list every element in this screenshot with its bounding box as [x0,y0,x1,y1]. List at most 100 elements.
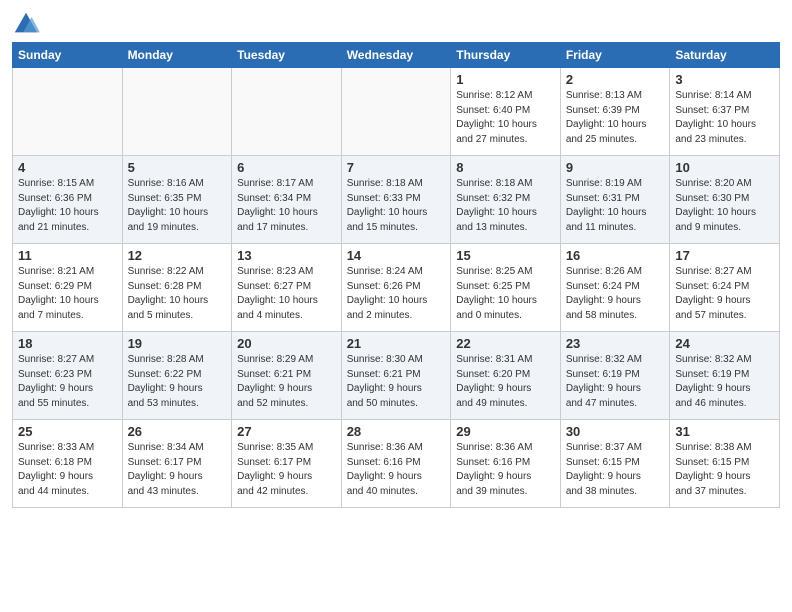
day-number: 21 [347,336,446,351]
day-cell [341,68,451,156]
day-cell: 7 Sunrise: 8:18 AM Sunset: 6:33 PM Daylig… [341,156,451,244]
week-row-5: 25Sunrise: 8:33 AM Sunset: 6:18 PM Dayli… [13,420,780,508]
day-cell: 1 Sunrise: 8:12 AM Sunset: 6:40 PM Daylig… [451,68,561,156]
day-number: 17 [675,248,774,263]
header-cell-sunday: Sunday [13,43,123,68]
week-row-1: 1 Sunrise: 8:12 AM Sunset: 6:40 PM Daylig… [13,68,780,156]
day-cell: 5 Sunrise: 8:16 AM Sunset: 6:35 PM Daylig… [122,156,232,244]
day-cell: 15 Sunrise: 8:25 AM Sunset: 6:25 PM Dayli… [451,244,561,332]
day-info: Sunrise: 8:13 AM Sunset: 6:39 PM Dayligh… [566,89,665,147]
day-info: Sunrise: 8:27 AM Sunset: 6:23 PM Dayligh… [18,353,117,411]
day-cell: 20 Sunrise: 8:29 AM Sunset: 6:21 PM Dayli… [232,332,342,420]
day-info: Sunrise: 8:12 AM Sunset: 6:40 PM Dayligh… [456,89,555,147]
day-cell: 22 Sunrise: 8:31 AM Sunset: 6:20 PM Dayli… [451,332,561,420]
day-info: Sunrise: 8:27 AM Sunset: 6:24 PM Dayligh… [675,265,774,323]
day-cell: 25Sunrise: 8:33 AM Sunset: 6:18 PM Dayli… [13,420,123,508]
day-number: 20 [237,336,336,351]
day-info: Sunrise: 8:15 AM Sunset: 6:36 PM Dayligh… [18,177,117,235]
day-number: 5 [128,160,227,175]
page-container: SundayMondayTuesdayWednesdayThursdayFrid… [0,0,792,518]
day-info: Sunrise: 8:28 AM Sunset: 6:22 PM Dayligh… [128,353,227,411]
day-number: 2 [566,72,665,87]
day-number: 8 [456,160,555,175]
day-number: 18 [18,336,117,351]
day-info: Sunrise: 8:34 AM Sunset: 6:17 PM Dayligh… [128,441,227,499]
day-number: 31 [675,424,774,439]
day-cell: 6 Sunrise: 8:17 AM Sunset: 6:34 PM Daylig… [232,156,342,244]
day-cell: 26Sunrise: 8:34 AM Sunset: 6:17 PM Dayli… [122,420,232,508]
day-number: 7 [347,160,446,175]
day-number: 4 [18,160,117,175]
day-info: Sunrise: 8:17 AM Sunset: 6:34 PM Dayligh… [237,177,336,235]
day-info: Sunrise: 8:19 AM Sunset: 6:31 PM Dayligh… [566,177,665,235]
day-cell: 10 Sunrise: 8:20 AM Sunset: 6:30 PM Dayli… [670,156,780,244]
day-cell: 2 Sunrise: 8:13 AM Sunset: 6:39 PM Daylig… [560,68,670,156]
day-cell: 19Sunrise: 8:28 AM Sunset: 6:22 PM Dayli… [122,332,232,420]
day-cell [122,68,232,156]
day-info: Sunrise: 8:26 AM Sunset: 6:24 PM Dayligh… [566,265,665,323]
day-cell [232,68,342,156]
header-cell-wednesday: Wednesday [341,43,451,68]
day-info: Sunrise: 8:16 AM Sunset: 6:35 PM Dayligh… [128,177,227,235]
day-cell: 3 Sunrise: 8:14 AM Sunset: 6:37 PM Daylig… [670,68,780,156]
day-cell: 31 Sunrise: 8:38 AM Sunset: 6:15 PM Dayli… [670,420,780,508]
day-info: Sunrise: 8:29 AM Sunset: 6:21 PM Dayligh… [237,353,336,411]
day-number: 30 [566,424,665,439]
header-row: SundayMondayTuesdayWednesdayThursdayFrid… [13,43,780,68]
day-info: Sunrise: 8:22 AM Sunset: 6:28 PM Dayligh… [128,265,227,323]
day-info: Sunrise: 8:18 AM Sunset: 6:33 PM Dayligh… [347,177,446,235]
day-number: 24 [675,336,774,351]
day-number: 10 [675,160,774,175]
day-cell: 13 Sunrise: 8:23 AM Sunset: 6:27 PM Dayli… [232,244,342,332]
day-info: Sunrise: 8:36 AM Sunset: 6:16 PM Dayligh… [456,441,555,499]
day-number: 9 [566,160,665,175]
day-cell: 27 Sunrise: 8:35 AM Sunset: 6:17 PM Dayli… [232,420,342,508]
day-number: 15 [456,248,555,263]
day-number: 13 [237,248,336,263]
day-cell: 4 Sunrise: 8:15 AM Sunset: 6:36 PM Daylig… [13,156,123,244]
day-info: Sunrise: 8:25 AM Sunset: 6:25 PM Dayligh… [456,265,555,323]
day-info: Sunrise: 8:21 AM Sunset: 6:29 PM Dayligh… [18,265,117,323]
header-cell-tuesday: Tuesday [232,43,342,68]
day-cell: 28Sunrise: 8:36 AM Sunset: 6:16 PM Dayli… [341,420,451,508]
day-number: 11 [18,248,117,263]
calendar-table: SundayMondayTuesdayWednesdayThursdayFrid… [12,42,780,508]
day-cell: 23Sunrise: 8:32 AM Sunset: 6:19 PM Dayli… [560,332,670,420]
day-info: Sunrise: 8:32 AM Sunset: 6:19 PM Dayligh… [675,353,774,411]
day-info: Sunrise: 8:20 AM Sunset: 6:30 PM Dayligh… [675,177,774,235]
day-cell: 18 Sunrise: 8:27 AM Sunset: 6:23 PM Dayli… [13,332,123,420]
day-cell [13,68,123,156]
header-cell-friday: Friday [560,43,670,68]
day-number: 16 [566,248,665,263]
day-number: 6 [237,160,336,175]
day-number: 1 [456,72,555,87]
header-cell-saturday: Saturday [670,43,780,68]
day-info: Sunrise: 8:35 AM Sunset: 6:17 PM Dayligh… [237,441,336,499]
day-number: 3 [675,72,774,87]
header-cell-monday: Monday [122,43,232,68]
day-cell: 8Sunrise: 8:18 AM Sunset: 6:32 PM Daylig… [451,156,561,244]
day-info: Sunrise: 8:30 AM Sunset: 6:21 PM Dayligh… [347,353,446,411]
day-number: 28 [347,424,446,439]
week-row-4: 18 Sunrise: 8:27 AM Sunset: 6:23 PM Dayli… [13,332,780,420]
day-number: 12 [128,248,227,263]
day-cell: 21 Sunrise: 8:30 AM Sunset: 6:21 PM Dayli… [341,332,451,420]
day-cell: 17 Sunrise: 8:27 AM Sunset: 6:24 PM Dayli… [670,244,780,332]
day-cell: 29 Sunrise: 8:36 AM Sunset: 6:16 PM Dayli… [451,420,561,508]
day-info: Sunrise: 8:23 AM Sunset: 6:27 PM Dayligh… [237,265,336,323]
day-number: 27 [237,424,336,439]
day-number: 23 [566,336,665,351]
logo [12,10,42,38]
day-cell: 11 Sunrise: 8:21 AM Sunset: 6:29 PM Dayli… [13,244,123,332]
day-info: Sunrise: 8:14 AM Sunset: 6:37 PM Dayligh… [675,89,774,147]
day-number: 22 [456,336,555,351]
day-number: 14 [347,248,446,263]
day-cell: 12 Sunrise: 8:22 AM Sunset: 6:28 PM Dayli… [122,244,232,332]
day-info: Sunrise: 8:31 AM Sunset: 6:20 PM Dayligh… [456,353,555,411]
day-cell: 9 Sunrise: 8:19 AM Sunset: 6:31 PM Daylig… [560,156,670,244]
day-cell: 16 Sunrise: 8:26 AM Sunset: 6:24 PM Dayli… [560,244,670,332]
day-info: Sunrise: 8:38 AM Sunset: 6:15 PM Dayligh… [675,441,774,499]
day-number: 29 [456,424,555,439]
header [12,10,780,38]
week-row-2: 4 Sunrise: 8:15 AM Sunset: 6:36 PM Daylig… [13,156,780,244]
